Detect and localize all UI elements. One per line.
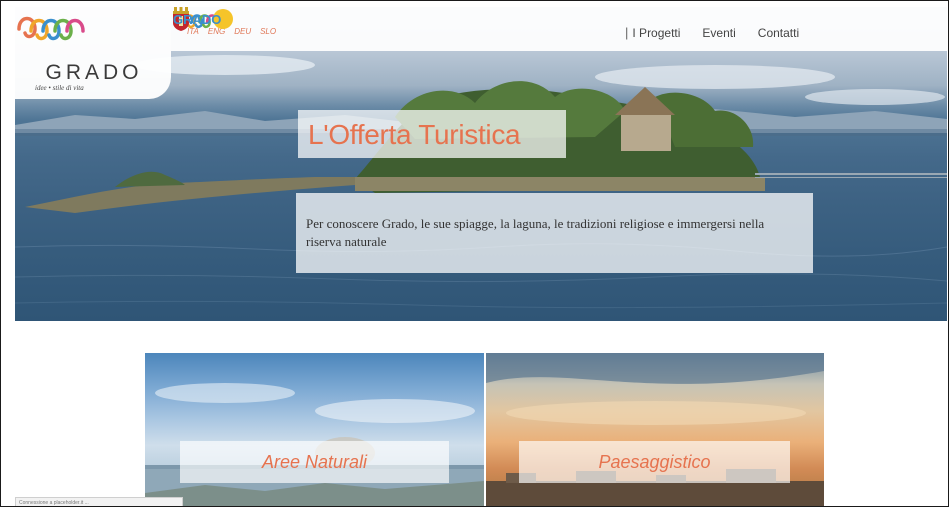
- lang-deu[interactable]: DEU: [234, 27, 251, 36]
- logo-tagline: idee • stile di vita: [35, 84, 84, 92]
- grado-brand-text: GRADO: [173, 12, 221, 27]
- menu-separator: |: [625, 25, 629, 40]
- site-logo[interactable]: GRADO idee • stile di vita: [15, 7, 171, 99]
- hero-description-box: Per conoscere Grado, le sue spiagge, la …: [296, 193, 813, 273]
- page-title: L'Offerta Turistica: [308, 119, 521, 150]
- nav-link-contacts[interactable]: Contatti: [758, 26, 799, 40]
- card-label-landscape: Paesaggistico: [598, 452, 711, 472]
- loops-logo-icon: [17, 16, 85, 41]
- browser-viewport: GRADO idee • stile di vita ITA ENG DEU S…: [0, 0, 949, 507]
- main-menu: | I Progetti Eventi Contatti: [625, 25, 799, 40]
- lang-slo[interactable]: SLO: [260, 27, 276, 36]
- page-title-box: L'Offerta Turistica: [298, 110, 566, 158]
- nav-link-events[interactable]: Eventi: [702, 26, 735, 40]
- card-label-box: Aree Naturali: [180, 441, 449, 483]
- hero-banner: GRADO idee • stile di vita ITA ENG DEU S…: [15, 7, 947, 321]
- card-label-natural-areas: Aree Naturali: [261, 452, 368, 472]
- grado-brand-logo[interactable]: GRADO: [171, 7, 233, 31]
- card-label-box: Paesaggistico: [519, 441, 790, 483]
- nav-link-projects[interactable]: I Progetti: [632, 26, 680, 40]
- logo-wordmark: GRADO: [45, 61, 143, 84]
- category-card-natural-areas[interactable]: Aree Naturali: [145, 353, 484, 506]
- top-navigation: ITA ENG DEU SLO | I Progetti Eventi Cont…: [171, 7, 947, 51]
- natural-areas-photo: [145, 383, 484, 506]
- category-card-landscape[interactable]: Paesaggistico: [486, 353, 824, 506]
- hero-description: Per conoscere Grado, le sue spiagge, la …: [306, 216, 765, 249]
- browser-status-bar: Connessione a placeholder.it ...: [15, 497, 183, 506]
- landscape-photo: [486, 353, 824, 506]
